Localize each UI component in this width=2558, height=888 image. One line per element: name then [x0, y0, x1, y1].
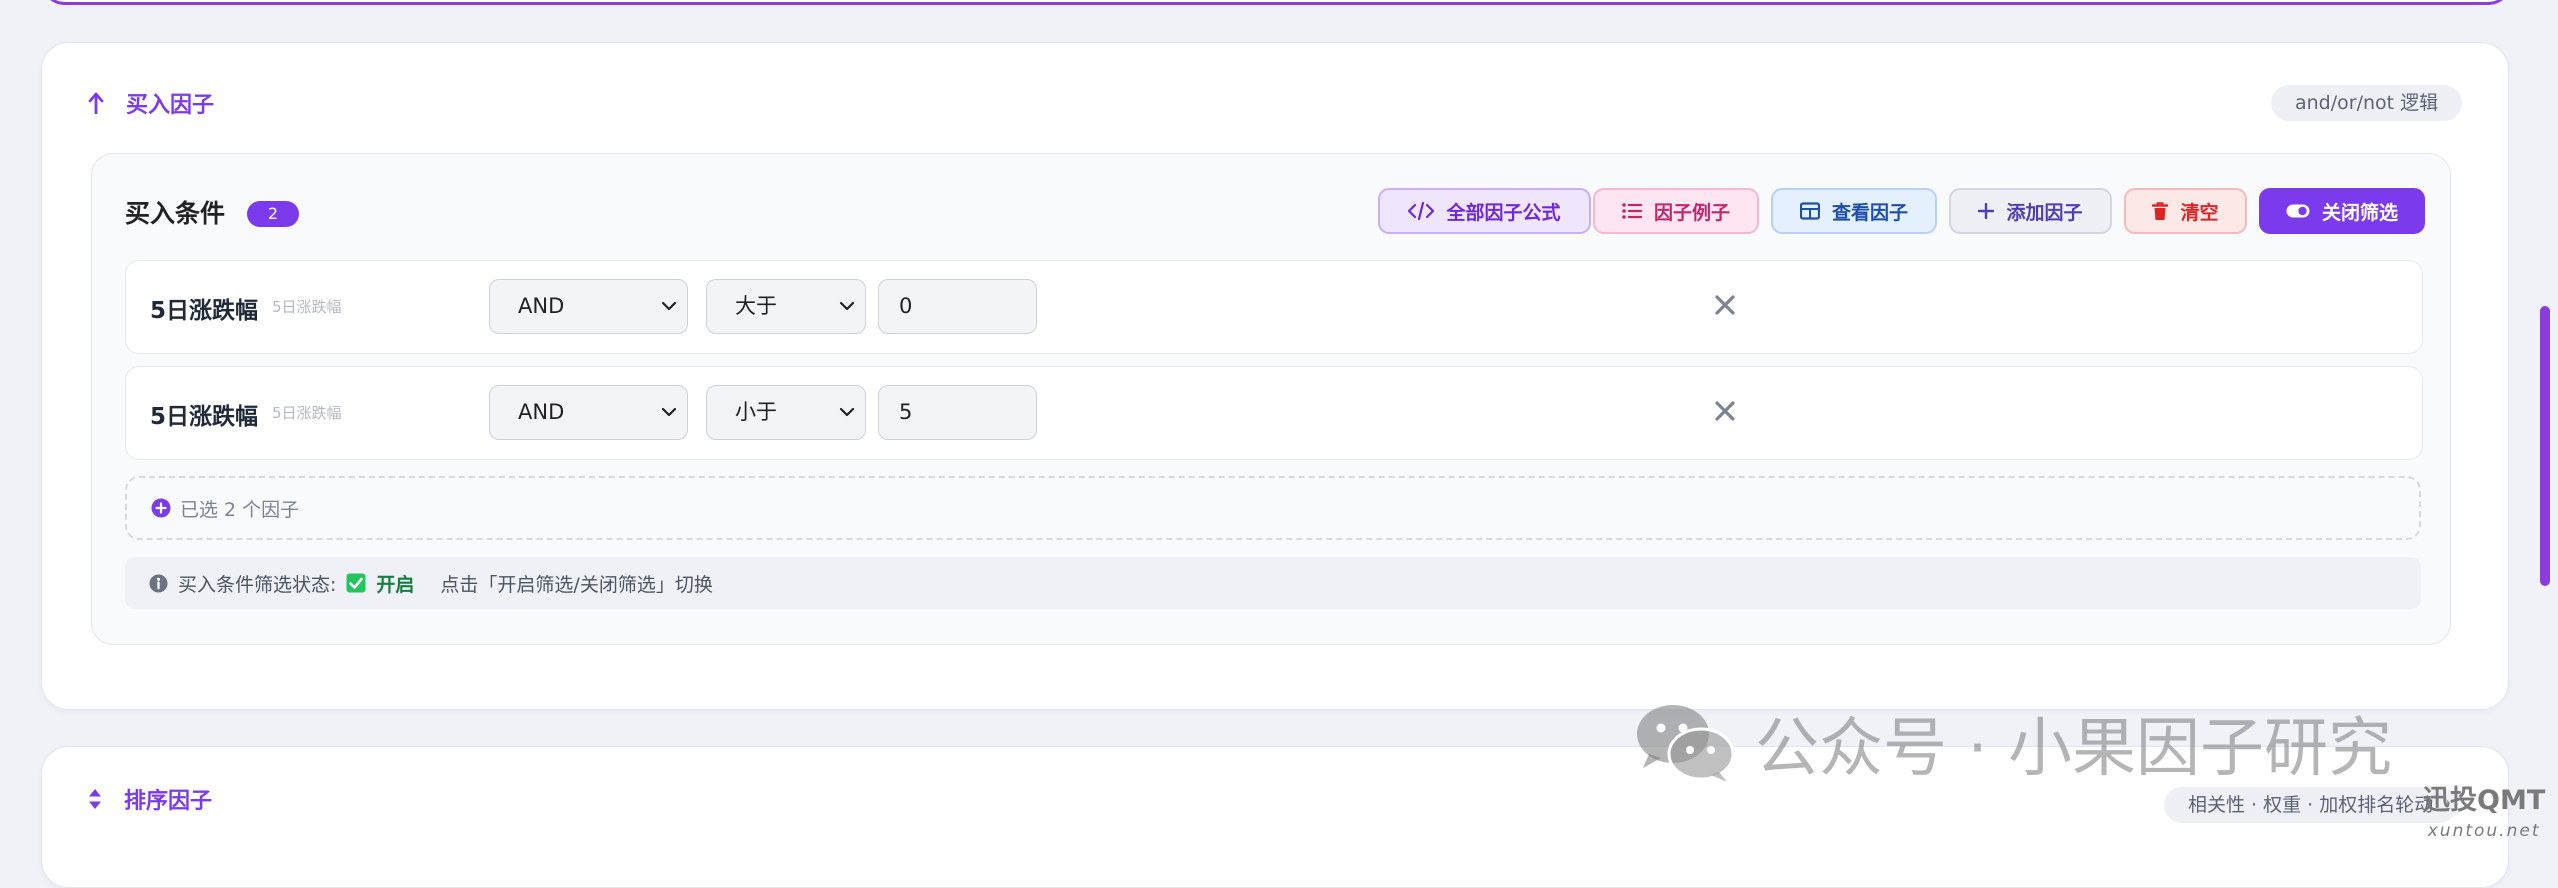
sort-section-title: 排序因子 — [124, 789, 213, 814]
trash-icon — [2152, 201, 2169, 220]
buy-section-title: 买入因子 — [126, 93, 215, 118]
remove-factor-icon[interactable] — [1714, 400, 1736, 422]
filter-status-value: 开启 — [376, 573, 415, 596]
operator-select[interactable]: 大于 — [706, 279, 866, 334]
add-factor-button[interactable]: 添加因子 — [1949, 188, 2112, 234]
all-formulas-button[interactable]: 全部因子公式 — [1378, 188, 1591, 234]
logic-hint-badge: and/or/not 逻辑 — [2271, 85, 2463, 121]
table-icon — [1799, 202, 1820, 220]
logic-select-value: AND — [518, 294, 565, 318]
factor-examples-label: 因子例子 — [1653, 201, 1730, 224]
buy-section-header[interactable]: 买入因子 — [88, 87, 214, 119]
buy-factor-card: 买入因子 and/or/not 逻辑 买入条件 2 全部因子公式 因子例子 查看… — [41, 42, 2509, 710]
toggle-on-icon — [2286, 204, 2310, 218]
sort-icon — [89, 789, 101, 809]
threshold-value-input[interactable]: 5 — [878, 385, 1037, 440]
clear-button[interactable]: 清空 — [2124, 188, 2247, 234]
brand-url: xuntou.net — [2427, 821, 2541, 841]
factor-examples-button[interactable]: 因子例子 — [1593, 188, 1759, 234]
factor-name: 5日涨跌幅 — [150, 298, 259, 324]
factor-name: 5日涨跌幅 — [150, 404, 259, 430]
arrow-up-icon — [88, 92, 104, 114]
filter-status-bar: 买入条件筛选状态: 开启 点击「开启筛选/关闭筛选」切换 — [125, 557, 2421, 609]
filter-toggle-hint: 点击「开启筛选/关闭筛选」切换 — [440, 573, 713, 596]
code-icon — [1408, 202, 1435, 220]
logic-select[interactable]: AND — [489, 385, 688, 440]
selected-factors-text: 已选 2 个因子 — [180, 498, 300, 521]
brand-logo: 迅投QMT xuntou.net — [2423, 786, 2545, 846]
clear-label: 清空 — [2180, 201, 2219, 224]
filter-status-label: 买入条件筛选状态: — [178, 573, 337, 596]
plus-circle-icon — [151, 498, 171, 518]
buy-conditions-title: 买入条件 — [125, 199, 226, 228]
factor-row: 5日涨跌幅 5日涨跌幅 AND 小于 5 — [125, 366, 2423, 460]
factor-row: 5日涨跌幅 5日涨跌幅 AND 大于 0 — [125, 260, 2423, 354]
close-filter-toggle-button[interactable]: 关闭筛选 — [2259, 188, 2425, 234]
sort-section-header[interactable]: 排序因子 — [88, 783, 212, 815]
plus-icon — [1978, 203, 1995, 219]
add-factor-label: 添加因子 — [2006, 201, 2083, 224]
chevron-down-icon — [661, 301, 677, 311]
selected-factors-dropzone[interactable]: 已选 2 个因子 — [125, 476, 2421, 540]
scrollbar-thumb[interactable] — [2540, 306, 2550, 586]
wechat-icon — [1637, 705, 1735, 782]
view-factors-label: 查看因子 — [1831, 201, 1908, 224]
brand-name: 迅投QMT — [2423, 785, 2546, 816]
chevron-down-icon — [839, 301, 855, 311]
sort-hint-badge: 相关性 · 权重 · 加权排名轮动 — [2164, 787, 2458, 823]
operator-select-value: 小于 — [735, 400, 777, 424]
factor-subtitle: 5日涨跌幅 — [272, 404, 342, 422]
operator-select-value: 大于 — [735, 294, 777, 318]
wechat-watermark: 公众号 · 小果因子研究 — [1635, 697, 2392, 789]
logic-select[interactable]: AND — [489, 279, 688, 334]
chevron-down-icon — [661, 407, 677, 417]
threshold-value-input[interactable]: 0 — [878, 279, 1037, 334]
view-factors-button[interactable]: 查看因子 — [1771, 188, 1937, 234]
condition-count-badge: 2 — [247, 201, 299, 227]
chevron-down-icon — [839, 407, 855, 417]
buy-conditions-panel: 买入条件 2 全部因子公式 因子例子 查看因子 添加因子 清空 关闭筛选 5日涨… — [91, 153, 2451, 645]
list-icon — [1622, 203, 1642, 219]
operator-select[interactable]: 小于 — [706, 385, 866, 440]
info-icon — [149, 573, 168, 593]
all-formulas-label: 全部因子公式 — [1446, 201, 1561, 224]
checkbox-checked-icon — [346, 573, 366, 593]
remove-factor-icon[interactable] — [1714, 294, 1736, 316]
close-filter-label: 关闭筛选 — [2321, 201, 2398, 224]
factor-subtitle: 5日涨跌幅 — [272, 298, 342, 316]
watermark-text: 公众号 · 小果因子研究 — [1755, 712, 2393, 786]
logic-select-value: AND — [518, 400, 565, 424]
previous-card-edge — [40, 0, 2513, 5]
